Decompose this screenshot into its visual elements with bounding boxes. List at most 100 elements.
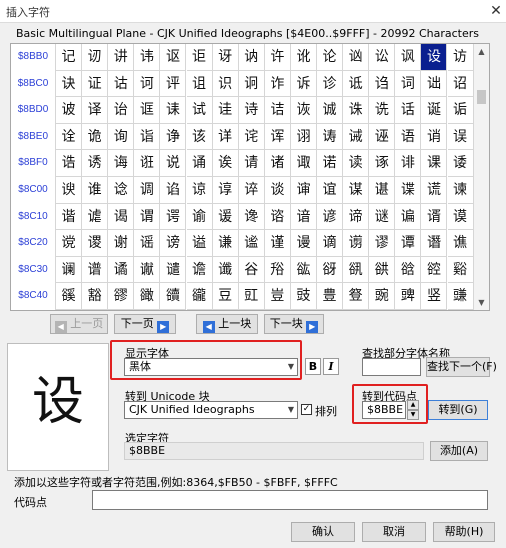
- grid-cell[interactable]: 谗: [238, 203, 265, 231]
- grid-cell[interactable]: 豆: [212, 283, 239, 310]
- grid-cell[interactable]: 谋: [343, 177, 370, 204]
- grid-cell[interactable]: 讻: [343, 44, 370, 71]
- grid-cell[interactable]: 谆: [212, 177, 239, 204]
- grid-cell[interactable]: 诹: [290, 150, 317, 177]
- grid-cell[interactable]: 豄: [160, 283, 187, 310]
- grid-cell[interactable]: 讷: [238, 44, 265, 71]
- grid-cell[interactable]: 诵: [186, 150, 213, 177]
- grid-cell[interactable]: 豅: [186, 283, 213, 310]
- grid-cell[interactable]: 该: [186, 123, 213, 151]
- grid-cell[interactable]: 诫: [343, 123, 370, 151]
- grid-cell[interactable]: 诙: [290, 97, 317, 124]
- scroll-up-icon[interactable]: ▲: [474, 44, 489, 59]
- grid-cell[interactable]: 谬: [369, 230, 396, 257]
- grid-cell[interactable]: 试: [186, 97, 213, 124]
- grid-cell[interactable]: 谲: [108, 256, 135, 284]
- grid-cell[interactable]: 豁: [82, 283, 109, 310]
- grid-cell[interactable]: 评: [160, 70, 187, 98]
- grid-cell[interactable]: 谖: [212, 203, 239, 231]
- grid-cell[interactable]: 诊: [317, 70, 344, 98]
- prev-block-button[interactable]: ◀ 上一块: [196, 314, 258, 334]
- grid-cell[interactable]: 词: [395, 70, 422, 98]
- grid-cell[interactable]: 论: [317, 44, 344, 71]
- grid-cell[interactable]: 谰: [56, 256, 83, 284]
- grid-cell[interactable]: 诸: [264, 150, 291, 177]
- grid-cell[interactable]: 谸: [264, 256, 291, 284]
- grid-cell[interactable]: 谤: [160, 230, 187, 257]
- grid-cell[interactable]: 诜: [369, 97, 396, 124]
- grid-cell[interactable]: 谼: [369, 256, 396, 284]
- grid-cell[interactable]: 谫: [343, 230, 370, 257]
- grid-cell[interactable]: 诰: [56, 150, 83, 177]
- grid-cell[interactable]: 诲: [108, 150, 135, 177]
- grid-cell[interactable]: 诡: [82, 123, 109, 151]
- grid-cell[interactable]: 豍: [395, 283, 422, 310]
- grid-cell[interactable]: 谽: [395, 256, 422, 284]
- grid-cell[interactable]: 诈: [264, 70, 291, 98]
- grid-cell[interactable]: 谅: [186, 177, 213, 204]
- grid-cell[interactable]: 谇: [238, 177, 265, 204]
- grid-cell[interactable]: 谪: [317, 230, 344, 257]
- grid-cell[interactable]: 谵: [186, 256, 213, 284]
- grid-cell[interactable]: 谻: [343, 256, 370, 284]
- grid-cell[interactable]: 谜: [369, 203, 396, 231]
- grid-cell[interactable]: 诃: [134, 70, 161, 98]
- find-font-input[interactable]: [362, 358, 421, 376]
- grid-cell[interactable]: 谂: [108, 177, 135, 204]
- grid-cell[interactable]: 谱: [82, 256, 109, 284]
- grid-cell[interactable]: 诧: [238, 123, 265, 151]
- grid-cell[interactable]: 竖: [421, 283, 448, 310]
- grid-cell[interactable]: 诓: [134, 97, 161, 124]
- grid-cell[interactable]: 谓: [134, 203, 161, 231]
- help-button[interactable]: 帮助(H): [433, 522, 495, 542]
- grid-cell[interactable]: 诬: [369, 123, 396, 151]
- code-point-input[interactable]: [92, 490, 488, 510]
- grid-cell[interactable]: 谴: [160, 256, 187, 284]
- grid-cell[interactable]: 讴: [160, 44, 187, 71]
- grid-cell[interactable]: 诩: [290, 123, 317, 151]
- grid-cell[interactable]: 诮: [421, 123, 448, 151]
- grid-cell[interactable]: 谳: [134, 256, 161, 284]
- grid-cell[interactable]: 诋: [343, 70, 370, 98]
- grid-cell[interactable]: 讲: [108, 44, 135, 71]
- grid-cell[interactable]: 谑: [82, 203, 109, 231]
- grid-cell[interactable]: 谌: [369, 177, 396, 204]
- grid-cell[interactable]: 诽: [395, 150, 422, 177]
- grid-cell[interactable]: 诟: [447, 97, 474, 124]
- grid-cell[interactable]: 诨: [264, 123, 291, 151]
- grid-cell[interactable]: 谈: [264, 177, 291, 204]
- grid-cell[interactable]: 诖: [212, 97, 239, 124]
- grid-cell[interactable]: 诀: [56, 70, 83, 98]
- grid-cell[interactable]: 谍: [395, 177, 422, 204]
- grid-cell-selected[interactable]: 设: [421, 44, 448, 71]
- grid-cell[interactable]: 许: [264, 44, 291, 71]
- grid-cell[interactable]: 谥: [186, 230, 213, 257]
- grid-cell[interactable]: 豃: [134, 283, 161, 310]
- grid-cell[interactable]: 诶: [212, 150, 239, 177]
- grid-cell[interactable]: 谩: [290, 230, 317, 257]
- grid-cell[interactable]: 诒: [108, 97, 135, 124]
- grid-cell[interactable]: 谝: [395, 203, 422, 231]
- grid-cell[interactable]: 豌: [369, 283, 396, 310]
- grid-cell[interactable]: 谁: [82, 177, 109, 204]
- grid-cell[interactable]: 豈: [264, 283, 291, 310]
- scroll-down-icon[interactable]: ▼: [474, 295, 489, 310]
- grid-cell[interactable]: 谢: [108, 230, 135, 257]
- grid-cell[interactable]: 证: [82, 70, 109, 98]
- grid-cell[interactable]: 讽: [395, 44, 422, 71]
- grid-cell[interactable]: 请: [238, 150, 265, 177]
- find-next-button[interactable]: 查找下一个(F): [426, 357, 497, 377]
- grid-cell[interactable]: 谞: [421, 203, 448, 231]
- grid-cell[interactable]: 课: [421, 150, 448, 177]
- grid-cell[interactable]: 诗: [238, 97, 265, 124]
- grid-cell[interactable]: 诛: [343, 97, 370, 124]
- grid-cell[interactable]: 诿: [447, 150, 474, 177]
- bold-button[interactable]: B: [305, 358, 321, 375]
- grid-cell[interactable]: 豋: [343, 283, 370, 310]
- grid-cell[interactable]: 谹: [290, 256, 317, 284]
- grid-cell[interactable]: 谮: [421, 230, 448, 257]
- scroll-thumb[interactable]: [477, 90, 486, 104]
- grid-cell[interactable]: 诠: [56, 123, 83, 151]
- italic-button[interactable]: I: [323, 358, 339, 375]
- grid-cell[interactable]: 豏: [447, 283, 474, 310]
